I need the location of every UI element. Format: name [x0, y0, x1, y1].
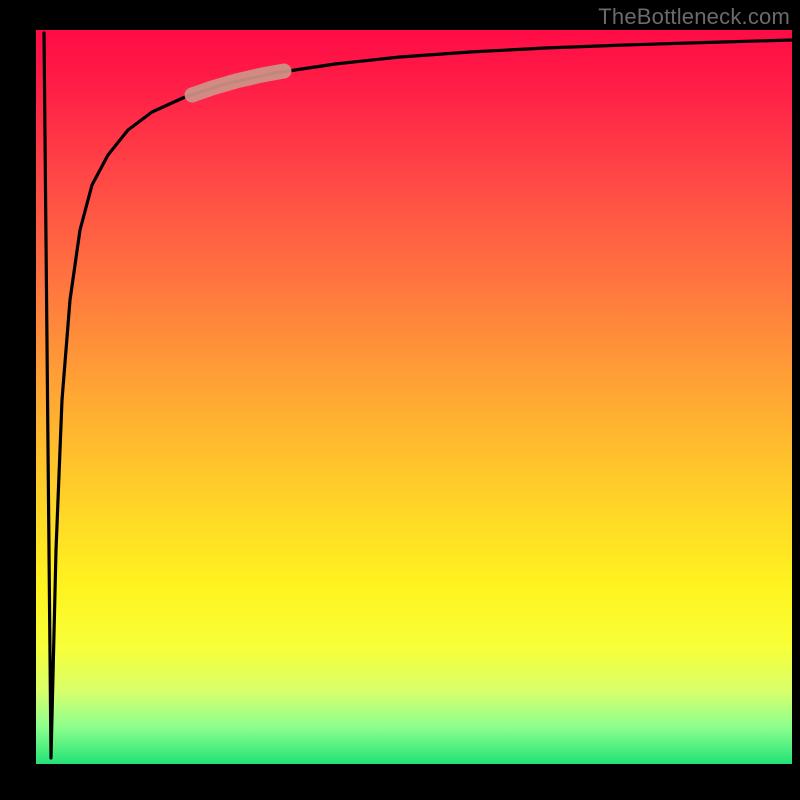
- watermark-text: TheBottleneck.com: [598, 4, 790, 30]
- plot-area: [36, 30, 792, 764]
- chart-frame: TheBottleneck.com: [0, 0, 800, 800]
